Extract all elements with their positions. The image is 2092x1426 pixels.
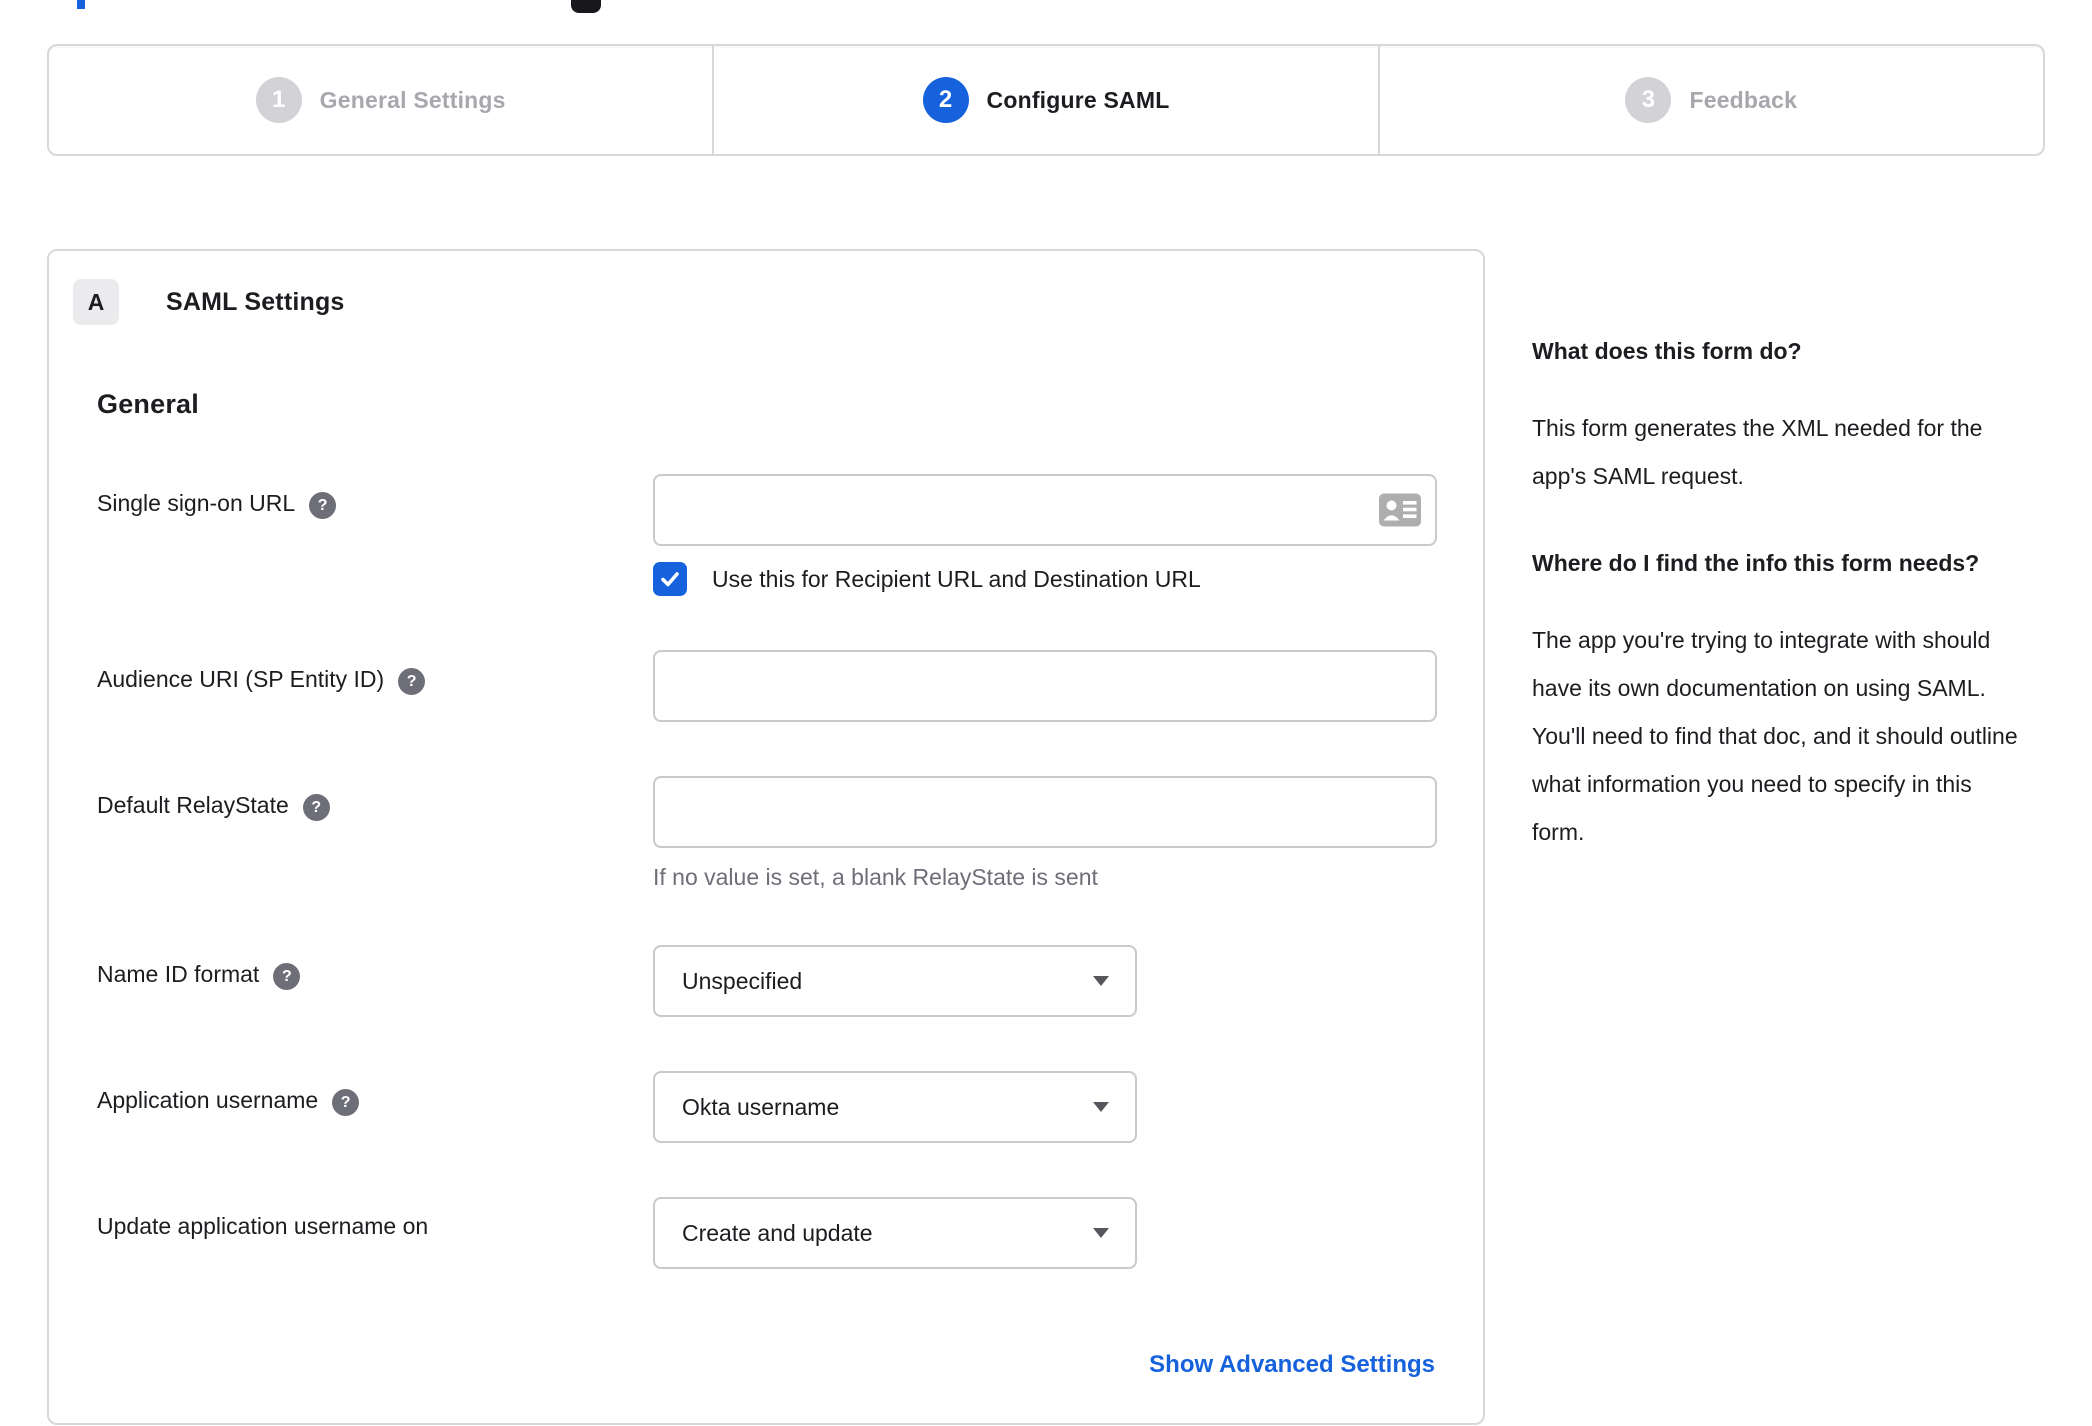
single-sign-on-url-help-icon[interactable]: ? xyxy=(309,492,337,519)
panel-header: A SAML Settings xyxy=(73,279,1483,325)
application-username-help-icon[interactable]: ? xyxy=(332,1089,360,1116)
step-1-number-badge: 1 xyxy=(255,77,302,123)
update-application-username-selected-value: Create and update xyxy=(682,1219,873,1246)
application-username-label: Application username xyxy=(97,1087,319,1113)
wizard-stepper: 1 General Settings 2 Configure SAML 3 Fe… xyxy=(47,44,2045,156)
configure-saml-page: { "colors": { "accent_blue": "#1662dd", … xyxy=(0,0,2092,1426)
question-mark-glyph: ? xyxy=(317,496,328,514)
audience-uri-help-icon[interactable]: ? xyxy=(398,668,426,695)
help-question-2: Where do I find the info this form needs… xyxy=(1532,550,1980,576)
help-sidebar: What does this form do? This form genera… xyxy=(1485,249,2045,898)
dropdown-caret-icon xyxy=(1093,1102,1109,1112)
application-username-select[interactable]: Okta username xyxy=(653,1071,1137,1143)
name-id-format-selected-value: Unspecified xyxy=(682,967,803,994)
step-3-label: Feedback xyxy=(1689,86,1798,113)
cropped-header-accent-fragment xyxy=(77,0,85,9)
update-application-username-select[interactable]: Create and update xyxy=(653,1197,1137,1269)
show-advanced-settings-link[interactable]: Show Advanced Settings xyxy=(1149,1351,1435,1378)
dropdown-caret-icon xyxy=(1093,976,1109,986)
audience-uri-label: Audience URI (SP Entity ID) xyxy=(97,666,385,692)
update-application-username-label: Update application username on xyxy=(97,1213,429,1239)
single-sign-on-url-label: Single sign-on URL xyxy=(97,490,296,516)
question-mark-glyph: ? xyxy=(406,672,417,690)
panel-title: SAML Settings xyxy=(166,287,345,316)
question-mark-glyph: ? xyxy=(311,798,322,816)
single-sign-on-url-input[interactable] xyxy=(653,474,1437,546)
help-answer-2: The app you're trying to integrate with … xyxy=(1532,627,2018,845)
form-row-name-id-format: Name ID format ? Unspecified xyxy=(97,945,1435,1017)
form-row-update-application-username: Update application username on Create an… xyxy=(97,1197,1435,1269)
name-id-format-select[interactable]: Unspecified xyxy=(653,945,1137,1017)
default-relaystate-label: Default RelayState xyxy=(97,792,289,818)
recipient-destination-url-checkbox-label[interactable]: Use this for Recipient URL and Destinati… xyxy=(712,566,1201,593)
name-id-format-label: Name ID format xyxy=(97,961,260,987)
help-answer-1: This form generates the XML needed for t… xyxy=(1532,415,1983,489)
checkmark-icon xyxy=(661,572,679,587)
section-letter-badge: A xyxy=(73,279,119,325)
default-relaystate-input[interactable] xyxy=(653,776,1437,848)
autofill-contact-card-icon xyxy=(1379,493,1421,527)
saml-settings-form: General Single sign-on URL ? Use this fo… xyxy=(49,389,1483,1379)
step-2-number-badge: 2 xyxy=(922,77,969,123)
help-question-1: What does this form do? xyxy=(1532,338,1802,364)
question-mark-glyph: ? xyxy=(281,967,292,985)
audience-uri-input[interactable] xyxy=(653,650,1437,722)
dropdown-caret-icon xyxy=(1093,1228,1109,1238)
form-row-audience-uri: Audience URI (SP Entity ID) ? xyxy=(97,650,1437,722)
relaystate-hint-text: If no value is set, a blank RelayState i… xyxy=(653,864,1098,890)
question-mark-glyph: ? xyxy=(340,1093,351,1111)
cropped-header-icon-fragment xyxy=(571,0,601,13)
default-relaystate-help-icon[interactable]: ? xyxy=(302,794,330,821)
step-feedback[interactable]: 3 Feedback xyxy=(1377,46,2043,154)
step-general-settings[interactable]: 1 General Settings xyxy=(49,46,712,154)
saml-settings-panel: A SAML Settings General Single sign-on U… xyxy=(47,249,1485,1425)
recipient-destination-url-checkbox[interactable] xyxy=(653,562,687,596)
form-row-default-relaystate: Default RelayState ? If no value is set,… xyxy=(97,776,1437,891)
general-section-heading: General xyxy=(97,389,199,419)
application-username-selected-value: Okta username xyxy=(682,1093,840,1120)
content-area: A SAML Settings General Single sign-on U… xyxy=(47,249,2045,1425)
form-row-single-sign-on-url: Single sign-on URL ? Use this for Recipi… xyxy=(97,474,1437,596)
name-id-format-help-icon[interactable]: ? xyxy=(273,963,301,990)
step-3-number-badge: 3 xyxy=(1625,77,1672,123)
step-1-label: General Settings xyxy=(319,86,506,113)
step-configure-saml[interactable]: 2 Configure SAML xyxy=(712,46,1377,154)
step-2-label: Configure SAML xyxy=(986,86,1170,113)
form-row-application-username: Application username ? Okta username xyxy=(97,1071,1435,1143)
